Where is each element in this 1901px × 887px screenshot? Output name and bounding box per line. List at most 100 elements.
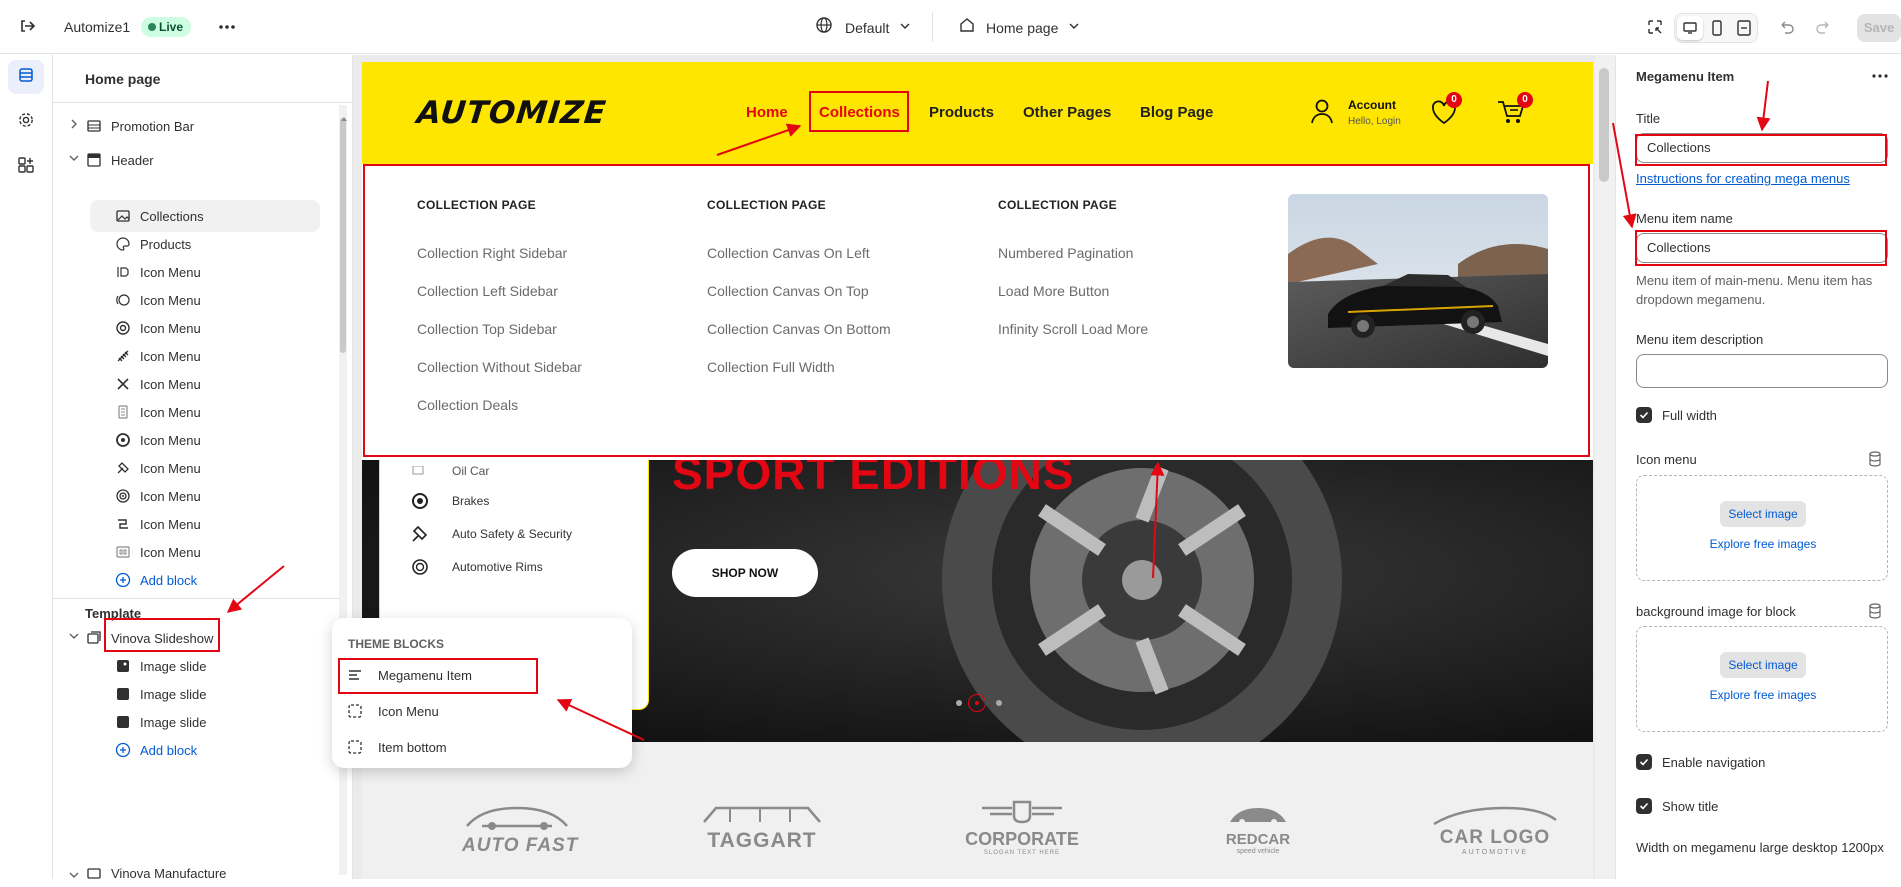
taggart-logo: TAGGART [700, 802, 824, 853]
instructions-link[interactable]: Instructions for creating mega menus [1636, 171, 1850, 186]
icon-menu-image-picker: Select image Explore free images [1636, 475, 1888, 581]
brake-disc-icon [114, 291, 132, 309]
sections-button[interactable] [8, 60, 44, 94]
chevron-down-icon [1068, 19, 1080, 37]
megamenu-link[interactable]: Load More Button [998, 283, 1109, 299]
shop-now-button[interactable]: SHOP NOW [672, 549, 818, 597]
category-item[interactable]: Automotive Rims [410, 552, 543, 582]
slide-dot[interactable] [956, 700, 962, 706]
section-promotion-bar[interactable]: Promotion Bar [85, 110, 335, 142]
megamenu-link[interactable]: Collection Canvas On Bottom [707, 321, 891, 337]
slide-dot-active[interactable] [968, 694, 986, 712]
checkmark-icon [1636, 798, 1652, 814]
category-label: Brakes [452, 494, 490, 508]
theme-selector-label: Default [845, 19, 890, 36]
section-vinova-manufacture[interactable]: Vinova Manufacture [85, 861, 335, 885]
theme-block-item-bottom[interactable]: Item bottom [348, 733, 447, 761]
theme-settings-button[interactable] [8, 105, 44, 139]
nav-blog-page[interactable]: Blog Page [1140, 104, 1213, 121]
store-logo[interactable]: AUTOMIZE [415, 95, 608, 131]
megamenu-link[interactable]: Collection Top Sidebar [417, 321, 557, 337]
category-item[interactable]: Auto Safety & Security [410, 519, 572, 549]
show-title-checkbox[interactable]: Show title [1636, 798, 1718, 814]
nav-products[interactable]: Products [929, 104, 994, 121]
megamenu-promo-image[interactable] [1288, 194, 1548, 368]
scroll-up-icon[interactable] [341, 108, 347, 126]
megamenu-link[interactable]: Collection Left Sidebar [417, 283, 558, 299]
megamenu-link[interactable]: Collection Deals [417, 397, 518, 413]
theme-block-label: Megamenu Item [378, 667, 472, 683]
category-item[interactable]: Brakes [410, 486, 489, 516]
add-block-button[interactable]: Add block [90, 734, 320, 766]
theme-selector[interactable]: Default [815, 16, 911, 39]
add-block-button[interactable]: Add block [90, 564, 320, 596]
menu-item-name-input[interactable]: Collections [1636, 233, 1888, 263]
chevron-right-icon[interactable] [67, 117, 81, 131]
explore-free-images-link[interactable]: Explore free images [1637, 688, 1889, 702]
fullscreen-view-button[interactable] [1737, 20, 1751, 41]
nav-collections[interactable]: Collections [819, 104, 900, 121]
checkbox-label: Full width [1662, 407, 1717, 423]
megamenu-link[interactable]: Infinity Scroll Load More [998, 321, 1148, 337]
save-button[interactable]: Save [1857, 14, 1901, 42]
explore-free-images-link[interactable]: Explore free images [1637, 537, 1889, 551]
wishlist-count-badge: 0 [1446, 92, 1462, 108]
brand-name: CAR LOGO [1439, 827, 1551, 848]
megamenu-link[interactable]: Collection Right Sidebar [417, 245, 567, 261]
enable-navigation-checkbox[interactable]: Enable navigation [1636, 754, 1765, 770]
page-selector-label: Home page [986, 19, 1059, 36]
add-block-label: Add block [140, 742, 198, 758]
megamenu-link[interactable]: Collection Full Width [707, 359, 835, 375]
full-width-checkbox[interactable]: Full width [1636, 407, 1717, 423]
title-input[interactable]: Collections [1636, 133, 1888, 163]
user-icon[interactable] [1308, 97, 1336, 130]
nav-other-pages[interactable]: Other Pages [1023, 104, 1111, 121]
more-options-icon[interactable] [1871, 67, 1889, 90]
sidebar-scrollbar-thumb[interactable] [340, 118, 346, 353]
theme-block-icon-menu[interactable]: Icon Menu [348, 697, 439, 725]
status-badge: Live [141, 17, 192, 37]
manufacture-icon [85, 864, 103, 882]
brake-icon [410, 491, 432, 511]
rim-icon [410, 557, 432, 577]
car-logo-logo: CAR LOGO AUTOMOTIVE [1430, 804, 1560, 856]
brand-tagline: AUTOMOTIVE [1461, 849, 1529, 856]
chevron-down-icon [899, 19, 911, 37]
spring-icon [114, 347, 132, 365]
select-image-button[interactable]: Select image [1720, 652, 1806, 678]
megamenu-link[interactable]: Numbered Pagination [998, 245, 1133, 261]
account-label[interactable]: Account [1348, 98, 1396, 112]
menu-item-description-input[interactable] [1636, 354, 1888, 388]
account-sub[interactable]: Hello, Login [1348, 116, 1401, 127]
megamenu-link[interactable]: Collection Canvas On Top [707, 283, 869, 299]
megamenu-link[interactable]: Collection Canvas On Left [707, 245, 870, 261]
select-image-button[interactable]: Select image [1720, 501, 1806, 527]
seat-icon [114, 543, 132, 561]
apps-button[interactable] [8, 150, 44, 184]
chevron-down-icon[interactable] [67, 151, 81, 165]
chevron-down-icon[interactable] [67, 629, 81, 643]
megamenu-link[interactable]: Collection Without Sidebar [417, 359, 582, 375]
slide-dot[interactable] [996, 700, 1002, 706]
engine-icon [114, 263, 132, 281]
redo-icon[interactable] [1815, 18, 1833, 41]
inspector-icon[interactable] [1646, 18, 1664, 41]
undo-icon[interactable] [1777, 18, 1795, 41]
section-header[interactable]: Header [85, 144, 335, 176]
nav-home[interactable]: Home [746, 104, 788, 121]
exit-icon[interactable] [18, 17, 36, 40]
page-selector[interactable]: Home page [958, 16, 1080, 39]
image-slide-icon [114, 657, 132, 675]
title-label: Title [1636, 111, 1661, 126]
hero-title: SPORT EDITIONS [672, 460, 1075, 499]
brand-tagline: speed vehicle [1236, 848, 1280, 855]
brand-name: AUTO FAST [462, 835, 579, 856]
category-item[interactable]: Oil Car [410, 460, 489, 486]
mobile-view-button[interactable] [1711, 20, 1723, 41]
more-options-icon[interactable] [217, 17, 237, 37]
chevron-down-icon[interactable] [67, 868, 81, 882]
slideshow-icon [85, 629, 103, 647]
theme-block-label: Icon Menu [378, 703, 439, 719]
preview-scrollbar-thumb[interactable] [1599, 68, 1609, 182]
theme-block-megamenu-item[interactable]: Megamenu Item [348, 661, 472, 689]
